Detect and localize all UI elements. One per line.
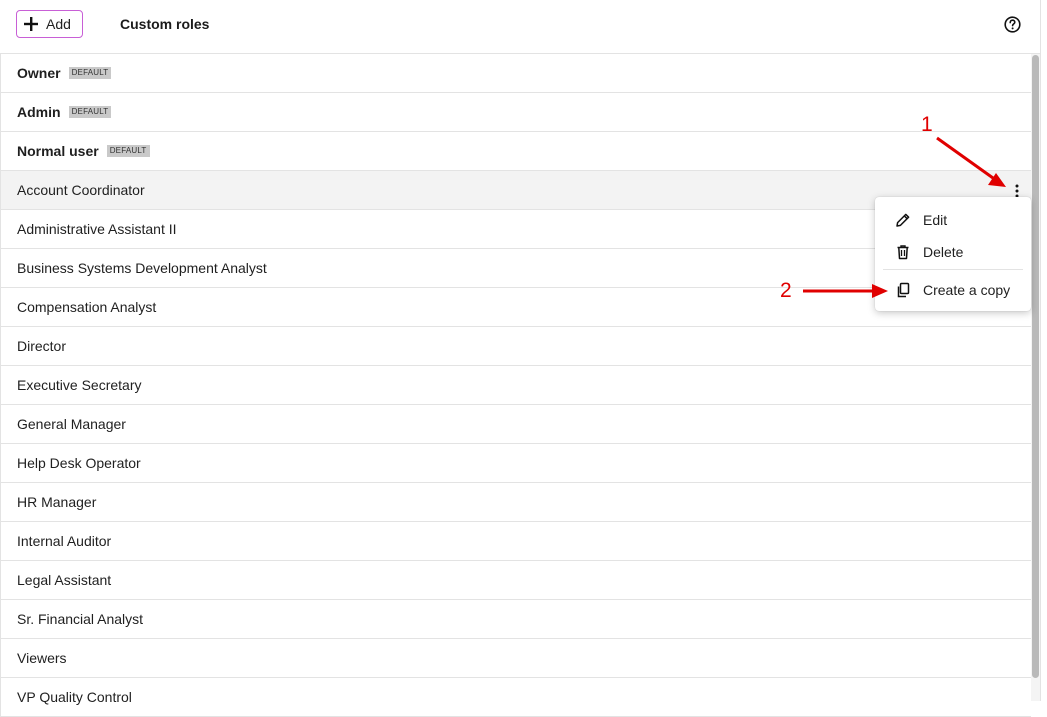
list-item[interactable]: Viewers	[0, 639, 1031, 678]
role-name: HR Manager	[17, 494, 97, 510]
help-circle-icon[interactable]	[1004, 16, 1021, 33]
role-name: Compensation Analyst	[17, 299, 157, 315]
delete-menu-item[interactable]: Delete	[875, 237, 1031, 267]
menu-divider	[883, 269, 1023, 270]
role-name: Administrative Assistant II	[17, 221, 177, 237]
edit-label: Edit	[923, 212, 948, 228]
role-name: Legal Assistant	[17, 572, 112, 588]
delete-label: Delete	[923, 244, 964, 260]
panel-edge	[1040, 0, 1047, 701]
annotation-step-2: 2	[780, 279, 792, 302]
page-title: Custom roles	[120, 16, 210, 32]
plus-icon	[24, 17, 38, 31]
role-name: Admin	[17, 104, 61, 120]
list-item[interactable]: Admin DEFAULT	[0, 93, 1031, 132]
create-copy-label: Create a copy	[923, 282, 1011, 298]
list-item[interactable]: Owner DEFAULT	[0, 54, 1031, 93]
pencil-icon	[896, 213, 910, 227]
role-name: VP Quality Control	[17, 689, 132, 705]
roles-list: Owner DEFAULT Admin DEFAULT Normal user …	[0, 54, 1031, 717]
create-copy-menu-item[interactable]: Create a copy	[875, 275, 1031, 305]
role-name: Normal user	[17, 143, 99, 159]
add-button-label: Add	[46, 16, 71, 32]
role-name: Help Desk Operator	[17, 455, 141, 471]
list-item[interactable]: Help Desk Operator	[0, 444, 1031, 483]
role-name: Business Systems Development Analyst	[17, 260, 267, 276]
add-role-button[interactable]: Add	[16, 10, 83, 38]
role-name: Internal Auditor	[17, 533, 112, 549]
edit-menu-item[interactable]: Edit	[875, 205, 1031, 235]
toolbar-header: Add Custom roles	[0, 0, 1040, 54]
list-item[interactable]: Executive Secretary	[0, 366, 1031, 405]
list-item[interactable]: HR Manager	[0, 483, 1031, 522]
list-item[interactable]: Normal user DEFAULT	[0, 132, 1031, 171]
row-context-menu: Edit Delete Create a copy	[875, 197, 1031, 311]
default-badge: DEFAULT	[68, 67, 112, 79]
list-item[interactable]: General Manager	[0, 405, 1031, 444]
copy-icon	[897, 282, 910, 298]
role-name: Director	[17, 338, 67, 354]
role-name: Account Coordinator	[17, 182, 145, 198]
list-item[interactable]: VP Quality Control	[0, 678, 1031, 717]
list-item[interactable]: Sr. Financial Analyst	[0, 600, 1031, 639]
role-name: General Manager	[17, 416, 126, 432]
role-name: Owner	[17, 65, 61, 81]
trash-icon	[897, 245, 909, 260]
list-item[interactable]: Internal Auditor	[0, 522, 1031, 561]
role-name: Sr. Financial Analyst	[17, 611, 144, 627]
default-badge: DEFAULT	[68, 106, 112, 118]
list-item[interactable]: Legal Assistant	[0, 561, 1031, 600]
list-item[interactable]: Director	[0, 327, 1031, 366]
role-name: Viewers	[17, 650, 67, 666]
role-name: Executive Secretary	[17, 377, 142, 393]
default-badge: DEFAULT	[106, 145, 150, 157]
annotation-step-1: 1	[921, 113, 933, 136]
scrollbar-thumb[interactable]	[1032, 55, 1039, 678]
